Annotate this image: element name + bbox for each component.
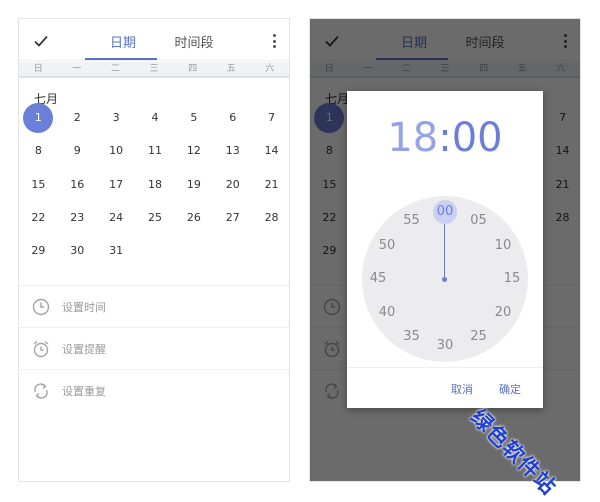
day-cell[interactable]: 17	[101, 170, 131, 200]
day-cell[interactable]: 25	[140, 203, 170, 233]
confirm-button[interactable]	[31, 31, 51, 51]
day-cell[interactable]: 20	[218, 170, 248, 200]
option-row[interactable]: 设置时间	[19, 285, 289, 327]
clock-center-dot	[442, 277, 447, 282]
clock-minute-label[interactable]: 35	[400, 325, 424, 349]
minute-display[interactable]: 00	[452, 115, 503, 161]
repeat-icon	[31, 381, 51, 401]
day-cell[interactable]: 21	[257, 170, 287, 200]
day-cell[interactable]: 11	[140, 136, 170, 166]
clock-minute-label[interactable]: 05	[467, 209, 491, 233]
more-options-button[interactable]	[269, 31, 279, 51]
weekday-label: 四	[188, 64, 198, 74]
weekday-label: 日	[33, 64, 43, 74]
more-vertical-icon	[272, 34, 276, 37]
day-cell[interactable]: 18	[140, 170, 170, 200]
tab-time-range[interactable]: 时间段	[169, 32, 219, 51]
top-toolbar: 日期 时间段	[19, 19, 289, 61]
day-cell[interactable]: 16	[62, 170, 92, 200]
weekday-label: 六	[265, 64, 275, 74]
clock-icon	[31, 297, 51, 317]
day-cell[interactable]: 27	[218, 203, 248, 233]
day-cell[interactable]: 24	[101, 203, 131, 233]
option-row[interactable]: 设置重复	[19, 369, 289, 411]
clock-minute-label[interactable]: 40	[375, 301, 399, 325]
clock-minute-label[interactable]: 15	[500, 267, 524, 291]
time-separator: :	[438, 115, 452, 161]
day-cell[interactable]: 26	[179, 203, 209, 233]
clock-minute-label[interactable]: 10	[491, 234, 515, 258]
clock-minute-label[interactable]: 30	[433, 334, 457, 358]
day-cell[interactable]: 30	[62, 236, 92, 266]
option-label: 设置时间	[62, 301, 106, 314]
day-cell[interactable]: 4	[140, 103, 170, 133]
day-cell[interactable]: 2	[62, 103, 92, 133]
option-label: 设置重复	[62, 385, 106, 398]
day-cell[interactable]: 7	[257, 103, 287, 133]
clock-face[interactable]: 00 05 10 15 20 25 30 35 40 45 50 55	[362, 196, 528, 362]
day-cell[interactable]: 9	[62, 136, 92, 166]
checkmark-icon	[34, 35, 48, 47]
day-cell[interactable]: 28	[257, 203, 287, 233]
weekday-label: 一	[72, 64, 82, 74]
day-cell[interactable]: 14	[257, 136, 287, 166]
day-cell[interactable]: 6	[218, 103, 248, 133]
weekday-label: 五	[226, 64, 236, 74]
day-cell[interactable]: 8	[23, 136, 53, 166]
day-cell[interactable]: 23	[62, 203, 92, 233]
dialog-divider	[347, 367, 543, 368]
day-cell[interactable]: 15	[23, 170, 53, 200]
day-cell[interactable]: 10	[101, 136, 131, 166]
clock-minute-label[interactable]: 20	[491, 301, 515, 325]
cancel-button[interactable]: 取消	[451, 381, 473, 397]
day-cell[interactable]: 5	[179, 103, 209, 133]
tab-date[interactable]: 日期	[108, 32, 138, 51]
option-row[interactable]: 设置提醒	[19, 327, 289, 369]
clock-minute-label[interactable]: 45	[366, 267, 390, 291]
clock-minute-label[interactable]: 25	[467, 325, 491, 349]
weekday-label: 二	[110, 64, 120, 74]
clock-minute-label[interactable]: 50	[375, 234, 399, 258]
time-display: 18:00	[347, 113, 543, 163]
day-cell[interactable]: 19	[179, 170, 209, 200]
clock-minute-label[interactable]: 00	[433, 200, 457, 224]
weekday-label: 三	[149, 64, 159, 74]
clock-minute-label[interactable]: 55	[400, 209, 424, 233]
time-picker-dialog: 18:00 00 05 10 15 20 25 30 35 40 45 50 55 取消 确定	[347, 91, 543, 408]
day-cell[interactable]: 29	[23, 236, 53, 266]
weekday-header: 日一二三四五六	[19, 62, 289, 78]
hour-display[interactable]: 18	[387, 115, 438, 161]
calendar-screen: 日期 时间段 日一二三四五六 七月 1 2 3 4 5 6 7 8 9 10 11 12 13 14 15 1…	[18, 18, 290, 482]
day-cell[interactable]: 13	[218, 136, 248, 166]
day-cell[interactable]: 1	[23, 103, 54, 133]
day-cell[interactable]: 3	[101, 103, 131, 133]
day-cell[interactable]: 22	[23, 203, 53, 233]
option-label: 设置提醒	[62, 343, 106, 356]
ok-button[interactable]: 确定	[499, 381, 521, 397]
active-tab-indicator	[85, 58, 157, 60]
alarm-icon	[31, 339, 51, 359]
day-cell[interactable]: 31	[101, 236, 131, 266]
day-cell[interactable]: 12	[179, 136, 209, 166]
